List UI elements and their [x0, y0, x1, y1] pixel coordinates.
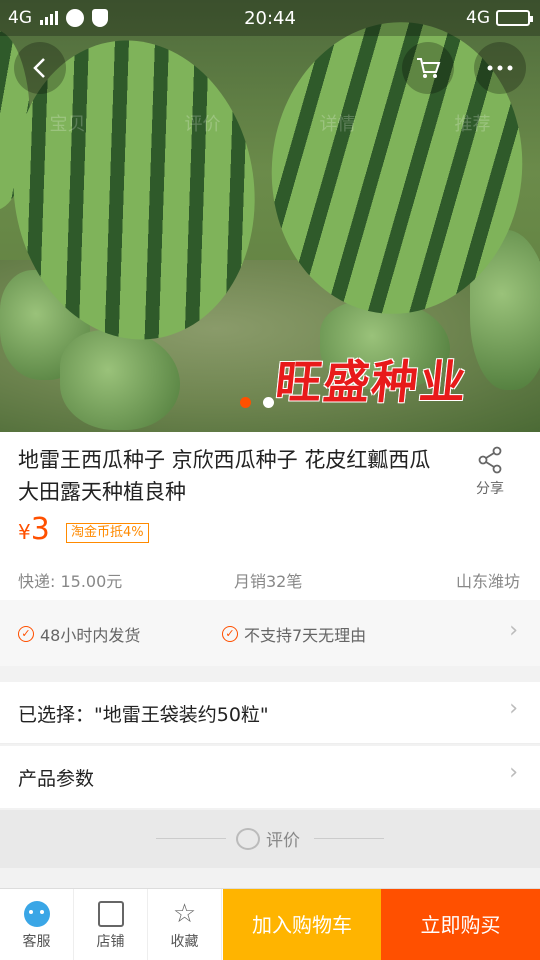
back-button[interactable]	[14, 42, 66, 94]
tab-baby[interactable]: 宝贝	[50, 110, 86, 150]
guarantee-text: 不支持7天无理由	[244, 626, 367, 645]
guarantee-text: 48小时内发货	[40, 626, 141, 645]
comment-icon	[236, 827, 260, 850]
chevron-right-icon: ›	[509, 618, 518, 643]
check-circle-icon: ✓	[222, 626, 238, 642]
product-meta: 快递: 15.00元 月销32笔 山东潍坊	[0, 568, 540, 592]
product-info: 地雷王西瓜种子 京欣西瓜种子 花皮红瓤西瓜 大田露天种植良种 分享 ¥ 3 淘金…	[0, 432, 540, 600]
star-icon: ☆	[172, 899, 197, 929]
product-image-carousel[interactable]: 旺盛种业 宝贝 评价 详情 推荐	[0, 0, 540, 432]
product-params-label: 产品参数	[18, 768, 95, 790]
image-watermark: 旺盛种业	[272, 355, 471, 409]
product-detail-page: 旺盛种业 宝贝 评价 详情 推荐 4G 20:44 4G 地雷王西瓜种子 京欣西…	[0, 0, 540, 960]
tab-recommend[interactable]: 推荐	[455, 110, 491, 150]
chevron-left-icon	[33, 58, 45, 78]
coin-discount-badge: 淘金币抵4%	[66, 523, 149, 543]
reviews-section-header[interactable]: 评价	[0, 810, 540, 868]
cart-icon	[417, 58, 441, 78]
divider	[156, 838, 226, 839]
share-icon	[478, 446, 502, 474]
customer-service-button[interactable]: 客服	[0, 889, 74, 960]
reviews-text: 评价	[266, 831, 300, 851]
buy-now-button[interactable]: 立即购买	[381, 889, 540, 960]
product-title: 地雷王西瓜种子 京欣西瓜种子 花皮红瓤西瓜 大田露天种植良种	[18, 448, 431, 504]
carousel-indicator	[240, 397, 274, 408]
guarantee-item: ✓ 不支持7天无理由	[222, 622, 366, 646]
monthly-sales: 月销32笔	[234, 572, 303, 591]
status-bar: 4G 20:44 4G	[0, 0, 540, 36]
guarantee-item: ✓ 48小时内发货	[18, 622, 140, 646]
favorite-label: 收藏	[170, 934, 199, 950]
detail-nav-tabs: 宝贝 评价 详情 推荐	[0, 110, 540, 150]
clock: 20:44	[244, 8, 296, 29]
add-to-cart-button[interactable]: 加入购物车	[223, 889, 381, 960]
price-value: 3	[30, 512, 50, 547]
more-icon	[487, 65, 513, 71]
cart-button[interactable]	[402, 42, 454, 94]
carousel-dot-active	[240, 397, 251, 408]
share-button[interactable]: 分享	[470, 446, 510, 498]
sku-selection-label: 已选择："地雷王袋装约50粒"	[18, 704, 269, 726]
price: ¥ 3	[18, 512, 50, 547]
location: 山东潍坊	[455, 572, 520, 591]
favorite-button[interactable]: ☆ 收藏	[148, 889, 222, 960]
currency-symbol: ¥	[18, 520, 31, 544]
tab-reviews[interactable]: 评价	[185, 110, 221, 150]
battery-icon	[496, 10, 533, 26]
customer-service-icon	[23, 901, 50, 927]
carousel-dot	[263, 397, 274, 408]
product-params-row[interactable]: 产品参数 ›	[0, 746, 540, 808]
customer-service-label: 客服	[22, 934, 51, 950]
shipping-fee: 快递: 15.00元	[18, 572, 123, 591]
network-label-right: 4G	[466, 8, 490, 28]
reviews-label: 评价	[236, 826, 300, 851]
more-button[interactable]	[474, 42, 526, 94]
chevron-right-icon: ›	[509, 760, 518, 785]
store-label: 店铺	[96, 934, 125, 950]
service-guarantees[interactable]: ✓ 48小时内发货 ✓ 不支持7天无理由 ›	[0, 600, 540, 666]
chevron-right-icon: ›	[509, 696, 518, 721]
check-circle-icon: ✓	[18, 626, 34, 642]
bottom-action-bar: 客服 店铺 ☆ 收藏 加入购物车 立即购买	[0, 888, 540, 960]
store-button[interactable]: 店铺	[74, 889, 148, 960]
store-icon	[97, 901, 124, 927]
status-right: 4G	[466, 8, 533, 28]
divider	[314, 838, 384, 839]
tab-details[interactable]: 详情	[320, 110, 356, 150]
sku-selection-row[interactable]: 已选择："地雷王袋装约50粒" ›	[0, 682, 540, 744]
share-label: 分享	[476, 481, 504, 497]
